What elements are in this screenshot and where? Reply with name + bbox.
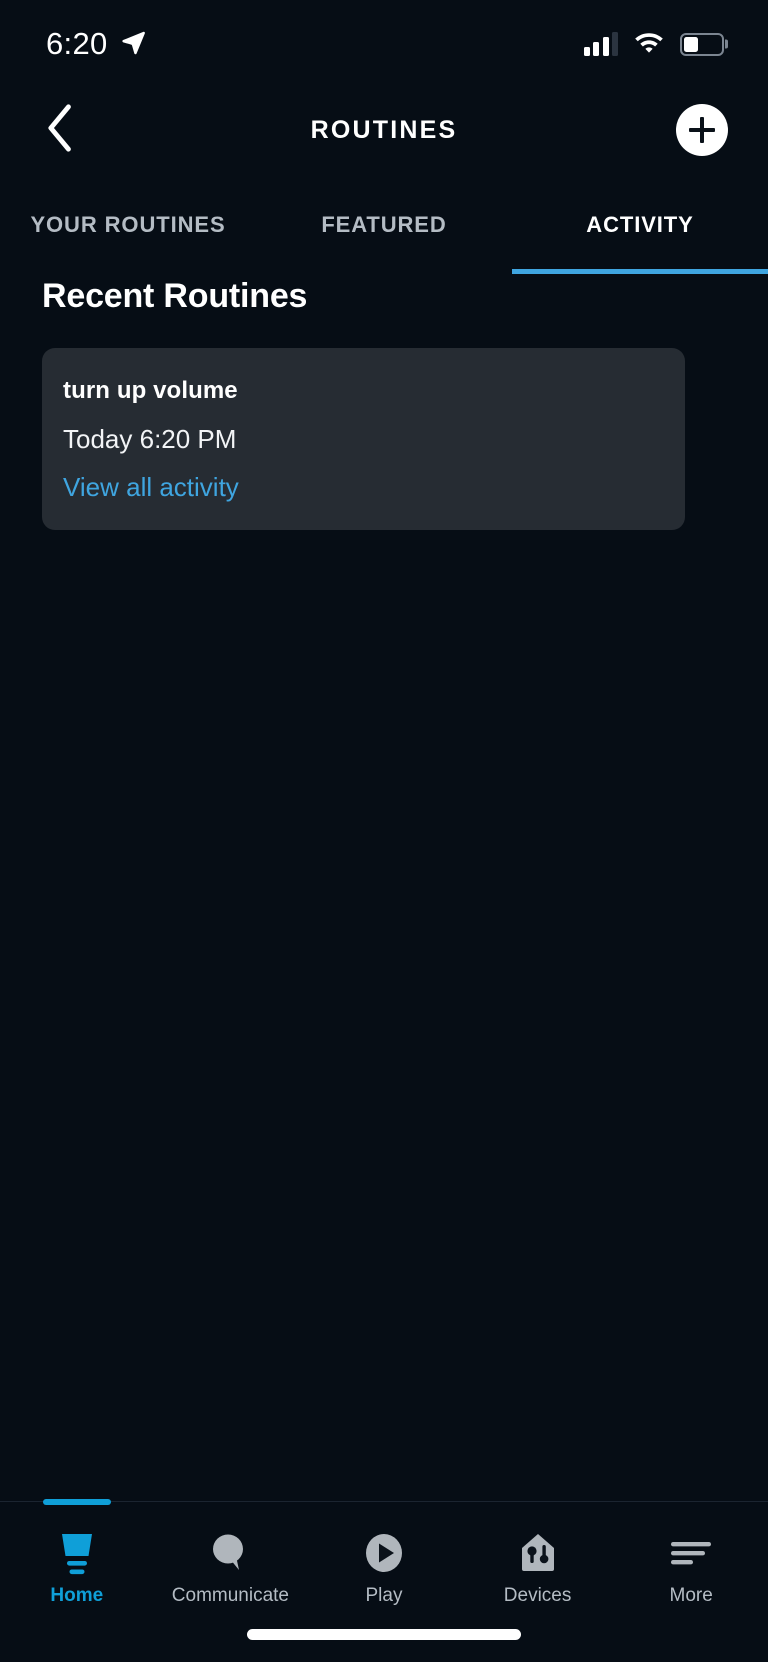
play-circle-icon bbox=[360, 1527, 408, 1579]
active-nav-indicator bbox=[42, 1499, 111, 1505]
nav-label: Devices bbox=[503, 1585, 572, 1606]
status-bar-right bbox=[583, 30, 728, 59]
cellular-signal-icon bbox=[583, 32, 618, 56]
tab-your-routines[interactable]: YOUR ROUTINES bbox=[0, 190, 256, 274]
nav-item-devices[interactable]: Devices bbox=[461, 1502, 615, 1627]
activity-card[interactable]: turn up volume Today 6:20 PM View all ac… bbox=[42, 348, 685, 530]
tab-activity[interactable]: ACTIVITY bbox=[512, 190, 768, 274]
nav-label: Play bbox=[365, 1585, 403, 1606]
routine-name: turn up volume bbox=[63, 377, 238, 404]
page-header: ROUTINES bbox=[0, 88, 768, 172]
tab-label: FEATURED bbox=[321, 212, 447, 237]
house-devices-icon bbox=[514, 1527, 562, 1579]
nav-label: Home bbox=[50, 1585, 104, 1606]
tab-label: YOUR ROUTINES bbox=[30, 212, 226, 237]
chevron-left-icon bbox=[43, 103, 77, 157]
home-indicator[interactable] bbox=[247, 1629, 521, 1640]
speech-bubble-icon bbox=[206, 1527, 254, 1579]
tab-bar: YOUR ROUTINES FEATURED ACTIVITY bbox=[0, 190, 768, 274]
back-button[interactable] bbox=[32, 102, 88, 158]
section-title: Recent Routines bbox=[42, 277, 308, 315]
status-time: 6:20 bbox=[46, 26, 108, 61]
hamburger-menu-icon bbox=[667, 1527, 715, 1579]
nav-item-communicate[interactable]: Communicate bbox=[154, 1502, 308, 1627]
nav-label: More bbox=[669, 1585, 713, 1606]
routine-timestamp: Today 6:20 PM bbox=[63, 424, 237, 454]
nav-label: Communicate bbox=[171, 1585, 289, 1606]
nav-item-play[interactable]: Play bbox=[307, 1502, 461, 1627]
add-routine-button[interactable] bbox=[676, 104, 728, 156]
phone-screen: 6:20 ROUTINES YOUR ROUTINES FEATURED ACT… bbox=[0, 0, 768, 1662]
tab-featured[interactable]: FEATURED bbox=[256, 190, 512, 274]
battery-icon bbox=[680, 32, 728, 56]
tab-label: ACTIVITY bbox=[586, 212, 694, 237]
nav-item-home[interactable]: Home bbox=[0, 1499, 154, 1627]
status-bar-left: 6:20 bbox=[46, 26, 146, 62]
page-title: ROUTINES bbox=[310, 115, 458, 144]
view-all-activity-link[interactable]: View all activity bbox=[63, 472, 239, 503]
home-speaker-icon bbox=[53, 1527, 101, 1579]
nav-item-more[interactable]: More bbox=[614, 1502, 768, 1627]
active-tab-underline bbox=[512, 269, 768, 274]
wifi-icon bbox=[633, 30, 665, 59]
location-arrow-icon bbox=[120, 29, 146, 60]
status-bar: 6:20 bbox=[0, 0, 768, 88]
